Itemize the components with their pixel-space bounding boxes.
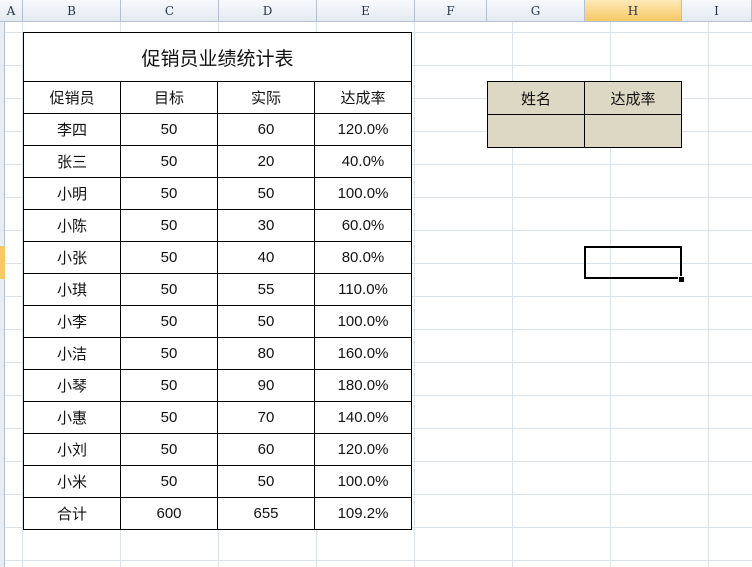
header-cell[interactable]: 实际 bbox=[217, 81, 315, 114]
target-cell[interactable]: 50 bbox=[120, 369, 218, 402]
header-cell[interactable]: 达成率 bbox=[314, 81, 412, 114]
lookup-table: 姓名 达成率 bbox=[487, 81, 682, 148]
column-header-d[interactable]: D bbox=[219, 0, 317, 22]
target-cell[interactable]: 50 bbox=[120, 145, 218, 178]
name-cell[interactable]: 张三 bbox=[23, 145, 121, 178]
total-rate-cell[interactable]: 109.2% bbox=[314, 497, 412, 530]
table-row: 小洁 50 80 160.0% bbox=[23, 337, 412, 370]
name-cell[interactable]: 小惠 bbox=[23, 401, 121, 434]
active-cell-selection[interactable] bbox=[584, 246, 682, 279]
sales-stats-table: 促销员业绩统计表 促销员 目标 实际 达成率 李四 50 60 120.0% 张… bbox=[23, 32, 412, 530]
name-cell[interactable]: 小李 bbox=[23, 305, 121, 338]
name-cell[interactable]: 小明 bbox=[23, 177, 121, 210]
actual-cell[interactable]: 30 bbox=[217, 209, 315, 242]
rate-cell[interactable]: 100.0% bbox=[314, 465, 412, 498]
table-row: 小陈 50 30 60.0% bbox=[23, 209, 412, 242]
header-cell[interactable]: 促销员 bbox=[23, 81, 121, 114]
target-cell[interactable]: 50 bbox=[120, 305, 218, 338]
rate-cell[interactable]: 140.0% bbox=[314, 401, 412, 434]
rate-cell[interactable]: 100.0% bbox=[314, 177, 412, 210]
rate-cell[interactable]: 100.0% bbox=[314, 305, 412, 338]
table-row: 小琴 50 90 180.0% bbox=[23, 369, 412, 402]
actual-cell[interactable]: 50 bbox=[217, 305, 315, 338]
rate-cell[interactable]: 120.0% bbox=[314, 433, 412, 466]
table-row: 小张 50 40 80.0% bbox=[23, 241, 412, 274]
table-row: 小明 50 50 100.0% bbox=[23, 177, 412, 210]
name-cell[interactable]: 小张 bbox=[23, 241, 121, 274]
actual-cell[interactable]: 70 bbox=[217, 401, 315, 434]
actual-cell[interactable]: 40 bbox=[217, 241, 315, 274]
target-cell[interactable]: 50 bbox=[120, 433, 218, 466]
table-row: 小米 50 50 100.0% bbox=[23, 465, 412, 498]
total-target-cell[interactable]: 600 bbox=[120, 497, 218, 530]
total-actual-cell[interactable]: 655 bbox=[217, 497, 315, 530]
rate-cell[interactable]: 110.0% bbox=[314, 273, 412, 306]
lookup-input-row bbox=[487, 114, 682, 148]
actual-cell[interactable]: 50 bbox=[217, 465, 315, 498]
column-header-h[interactable]: H bbox=[585, 0, 682, 22]
rate-cell[interactable]: 180.0% bbox=[314, 369, 412, 402]
total-row: 合计 600 655 109.2% bbox=[23, 497, 412, 530]
column-header-a[interactable]: A bbox=[0, 0, 23, 22]
target-cell[interactable]: 50 bbox=[120, 465, 218, 498]
table-title[interactable]: 促销员业绩统计表 bbox=[23, 32, 412, 82]
target-cell[interactable]: 50 bbox=[120, 273, 218, 306]
table-row: 小刘 50 60 120.0% bbox=[23, 433, 412, 466]
lookup-rate-result-cell[interactable] bbox=[584, 114, 682, 148]
column-header-c[interactable]: C bbox=[121, 0, 219, 22]
rate-cell[interactable]: 80.0% bbox=[314, 241, 412, 274]
name-cell[interactable]: 小刘 bbox=[23, 433, 121, 466]
table-row: 李四 50 60 120.0% bbox=[23, 113, 412, 146]
rate-cell[interactable]: 40.0% bbox=[314, 145, 412, 178]
column-header-f[interactable]: F bbox=[415, 0, 487, 22]
spreadsheet: A B C D E F G H I 促销员业绩统计表 促销员 目标 实际 达成率… bbox=[0, 0, 752, 567]
rate-cell[interactable]: 160.0% bbox=[314, 337, 412, 370]
actual-cell[interactable]: 20 bbox=[217, 145, 315, 178]
rate-cell[interactable]: 60.0% bbox=[314, 209, 412, 242]
actual-cell[interactable]: 55 bbox=[217, 273, 315, 306]
name-cell[interactable]: 小陈 bbox=[23, 209, 121, 242]
column-header-e[interactable]: E bbox=[317, 0, 415, 22]
column-header-i[interactable]: I bbox=[682, 0, 752, 22]
actual-cell[interactable]: 60 bbox=[217, 113, 315, 146]
target-cell[interactable]: 50 bbox=[120, 401, 218, 434]
lookup-header-row: 姓名 达成率 bbox=[487, 81, 682, 115]
total-label-cell[interactable]: 合计 bbox=[23, 497, 121, 530]
target-cell[interactable]: 50 bbox=[120, 113, 218, 146]
target-cell[interactable]: 50 bbox=[120, 241, 218, 274]
actual-cell[interactable]: 80 bbox=[217, 337, 315, 370]
table-row: 张三 50 20 40.0% bbox=[23, 145, 412, 178]
table-row: 小李 50 50 100.0% bbox=[23, 305, 412, 338]
name-cell[interactable]: 小琪 bbox=[23, 273, 121, 306]
rate-cell[interactable]: 120.0% bbox=[314, 113, 412, 146]
name-cell[interactable]: 小琴 bbox=[23, 369, 121, 402]
actual-cell[interactable]: 50 bbox=[217, 177, 315, 210]
fill-handle[interactable] bbox=[678, 276, 685, 283]
actual-cell[interactable]: 90 bbox=[217, 369, 315, 402]
table-row: 小琪 50 55 110.0% bbox=[23, 273, 412, 306]
target-cell[interactable]: 50 bbox=[120, 177, 218, 210]
target-cell[interactable]: 50 bbox=[120, 337, 218, 370]
header-row: 促销员 目标 实际 达成率 bbox=[23, 81, 412, 114]
table-row: 小惠 50 70 140.0% bbox=[23, 401, 412, 434]
lookup-rate-header[interactable]: 达成率 bbox=[584, 81, 682, 115]
target-cell[interactable]: 50 bbox=[120, 209, 218, 242]
lookup-name-header[interactable]: 姓名 bbox=[487, 81, 585, 115]
column-header-g[interactable]: G bbox=[487, 0, 585, 22]
name-cell[interactable]: 小米 bbox=[23, 465, 121, 498]
column-header-b[interactable]: B bbox=[23, 0, 121, 22]
lookup-name-input-cell[interactable] bbox=[487, 114, 585, 148]
actual-cell[interactable]: 60 bbox=[217, 433, 315, 466]
header-cell[interactable]: 目标 bbox=[120, 81, 218, 114]
name-cell[interactable]: 李四 bbox=[23, 113, 121, 146]
name-cell[interactable]: 小洁 bbox=[23, 337, 121, 370]
